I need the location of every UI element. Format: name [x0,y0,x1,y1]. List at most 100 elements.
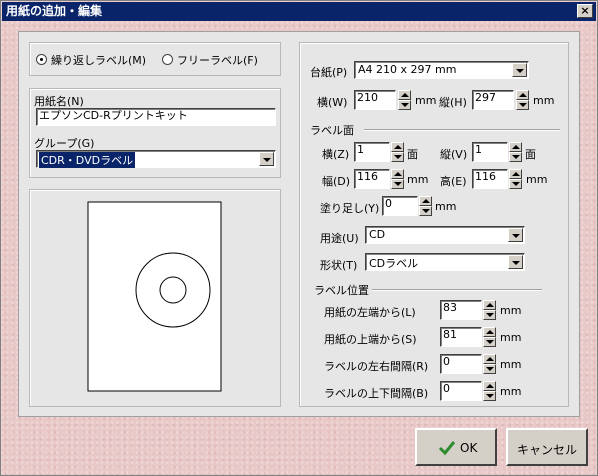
name-group-box: 用紙名(N) エプソンCD-Rプリントキット グループ(G) CDR・DVDラベ… [29,88,281,178]
height-input[interactable]: 297 [472,90,514,110]
group-label: グループ(G) [34,137,95,150]
increment-icon[interactable] [483,300,496,310]
pos-left-unit: mm [500,304,522,317]
shape-select[interactable]: CDラベル [365,253,525,271]
increment-icon[interactable] [398,90,411,100]
decrement-icon[interactable] [483,364,496,374]
label-type-group: 繰り返しラベル(M) フリーラベル(F) [29,42,281,76]
vgap-unit: mm [500,385,522,398]
chevron-down-icon[interactable] [508,228,523,242]
radio-repeat-label[interactable] [36,54,47,65]
width-input[interactable]: 210 [354,90,396,110]
group-select[interactable]: CDR・DVDラベル [36,150,276,168]
decrement-icon[interactable] [391,152,404,162]
increment-icon[interactable] [483,354,496,364]
pos-left-input[interactable]: 83 [440,300,482,320]
group-select-value: CDR・DVDラベル [39,152,136,168]
pos-left-stepper[interactable] [483,300,496,320]
radio-free-label[interactable] [162,54,173,65]
close-button[interactable]: × [577,4,593,18]
decrement-icon[interactable] [483,310,496,320]
increment-icon[interactable] [483,381,496,391]
label-height-stepper[interactable] [509,169,522,189]
decrement-icon[interactable] [419,206,432,216]
decrement-icon[interactable] [391,179,404,189]
width-unit: mm [415,94,437,107]
label-position-divider [372,289,542,291]
decrement-icon[interactable] [398,100,411,110]
width-label: 横(W) [317,96,348,109]
paper-name-input[interactable]: エプソンCD-Rプリントキット [36,108,276,126]
cancel-button[interactable]: キャンセル [506,428,588,466]
rows-stepper[interactable] [509,142,522,162]
hgap-unit: mm [500,358,522,371]
bleed-unit: mm [435,200,457,213]
increment-icon[interactable] [419,196,432,206]
label-height-unit: mm [526,173,548,186]
cols-label: 横(Z) [322,148,350,161]
label-face-divider [364,129,560,131]
main-panel: 繰り返しラベル(M) フリーラベル(F) 用紙名(N) エプソンCD-Rプリント… [18,31,580,417]
paper-preview [87,201,222,392]
cols-stepper[interactable] [391,142,404,162]
settings-box: 台紙(P) A4 210 x 297 mm 横(W) 210 mm 縦(H) 2… [299,42,569,407]
radio-repeat-label-text: 繰り返しラベル(M) [51,54,147,67]
bleed-input[interactable]: 0 [382,196,418,216]
usage-select[interactable]: CD [365,226,525,244]
ok-button-label: OK [460,441,478,455]
usage-value: CD [369,228,386,241]
base-paper-select[interactable]: A4 210 x 297 mm [354,61,529,79]
label-width-input[interactable]: 116 [354,169,390,189]
label-height-label: 高(E) [440,175,467,188]
paper-name-label: 用紙名(N) [34,95,84,108]
usage-label: 用途(U) [320,232,359,245]
pos-top-stepper[interactable] [483,327,496,347]
label-face-heading: ラベル面 [310,124,354,137]
rows-input[interactable]: 1 [472,142,508,162]
increment-icon[interactable] [509,169,522,179]
label-width-unit: mm [407,173,429,186]
cols-unit: 面 [407,148,418,161]
check-icon [438,441,456,456]
shape-value: CDラベル [369,257,419,270]
label-width-stepper[interactable] [391,169,404,189]
increment-icon[interactable] [483,327,496,337]
decrement-icon[interactable] [483,337,496,347]
increment-icon[interactable] [391,142,404,152]
chevron-down-icon[interactable] [512,63,527,77]
bleed-stepper[interactable] [419,196,432,216]
decrement-icon[interactable] [509,152,522,162]
cols-input[interactable]: 1 [354,142,390,162]
height-stepper[interactable] [516,90,529,110]
window-title: 用紙の追加・編集 [6,4,103,18]
bleed-label: 塗り足し(Y) [320,202,380,215]
hgap-label: ラベルの左右間隔(R) [324,360,429,373]
decrement-icon[interactable] [509,179,522,189]
preview-box [29,189,281,407]
pos-top-input[interactable]: 81 [440,327,482,347]
increment-icon[interactable] [509,142,522,152]
chevron-down-icon[interactable] [259,152,274,166]
ok-button[interactable]: OK [415,428,497,466]
label-height-input[interactable]: 116 [472,169,508,189]
cancel-button-label: キャンセル [516,443,577,457]
label-position-heading: ラベル位置 [314,284,369,297]
increment-icon[interactable] [391,169,404,179]
decrement-icon[interactable] [483,391,496,401]
decrement-icon[interactable] [516,100,529,110]
title-bar: 用紙の追加・編集 × [2,2,596,21]
close-icon: × [580,4,590,17]
rows-unit: 面 [525,148,536,161]
radio-free-label-text: フリーラベル(F) [177,54,258,67]
paper-sheet [87,201,222,392]
hgap-stepper[interactable] [483,354,496,374]
chevron-down-icon[interactable] [508,255,523,269]
vgap-stepper[interactable] [483,381,496,401]
increment-icon[interactable] [516,90,529,100]
height-label: 縦(H) [439,96,467,109]
vgap-input[interactable]: 0 [440,381,482,401]
vgap-label: ラベルの上下間隔(B) [324,387,429,400]
base-paper-value: A4 210 x 297 mm [358,63,457,76]
width-stepper[interactable] [398,90,411,110]
hgap-input[interactable]: 0 [440,354,482,374]
